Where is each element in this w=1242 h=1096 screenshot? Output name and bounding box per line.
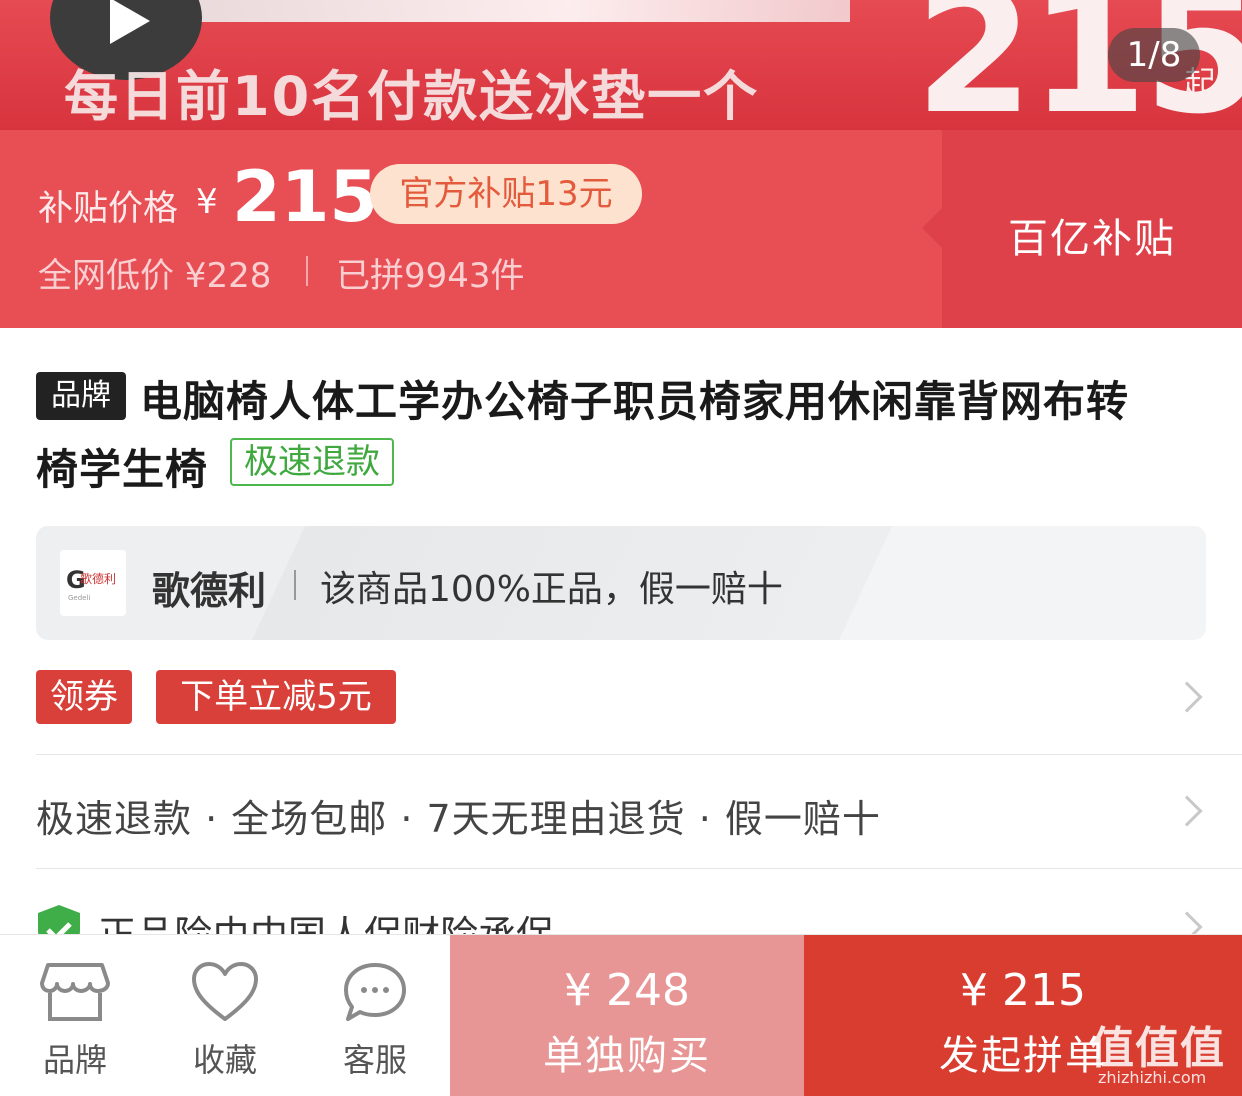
nav-favorite-label: 收藏	[192, 1041, 257, 1079]
store-card[interactable]: G 歌德利 Gedeli 歌德利 该商品100%正品，假一赔十	[36, 526, 1206, 640]
nav-brand[interactable]: 品牌	[0, 935, 150, 1096]
store-logo-subtext: Gedeli	[68, 594, 91, 602]
chat-icon	[344, 963, 406, 1021]
shield-check-icon	[38, 905, 80, 934]
nav-customer-service-label: 客服	[342, 1041, 407, 1079]
play-icon	[110, 0, 150, 44]
insurance-row[interactable]: 正品险由中国人保财险承保	[36, 900, 1242, 934]
banner-slogan: 每日前10名付款送冰垫一个	[64, 65, 760, 128]
authenticity-guarantee: 该商品100%正品，假一赔十	[320, 569, 783, 610]
nav-brand-label: 品牌	[42, 1041, 107, 1079]
banner-product-strip	[150, 0, 850, 22]
store-name: 歌德利	[152, 569, 267, 613]
image-counter: 1/8	[1108, 28, 1200, 82]
product-title-line2: 椅学生椅	[36, 445, 209, 494]
insurance-text: 正品险由中国人保财险承保	[98, 904, 554, 934]
chevron-right-icon[interactable]	[1171, 911, 1203, 934]
store-icon	[40, 963, 110, 1021]
divider	[36, 868, 1242, 869]
subsidy-price: 215	[232, 156, 379, 238]
group-buy-price: ¥ 215	[960, 965, 1086, 1016]
single-buy-button[interactable]: ¥ 248 单独购买	[450, 935, 804, 1096]
single-buy-label: 单独购买	[543, 1033, 711, 1079]
product-title-line1: 电脑椅人体工学办公椅子职员椅家用休闲靠背网布转	[140, 377, 1130, 426]
store-logo-text: 歌德利	[80, 572, 117, 586]
divider	[294, 570, 296, 600]
divider	[36, 754, 1242, 755]
brand-badge: 品牌	[36, 372, 126, 420]
store-logo: G 歌德利 Gedeli	[60, 550, 126, 616]
divider	[306, 256, 308, 286]
services-text: 极速退款 · 全场包邮 · 7天无理由退货 · 假一赔十	[36, 797, 881, 841]
subsidy-label: 补贴价格	[38, 189, 179, 229]
campaign-panel[interactable]: 百亿补贴	[922, 130, 1242, 328]
bottom-action-bar: 品牌 收藏 客服 ¥ 248 单独购买 ¥ 215 发起拼单	[0, 934, 1242, 1096]
lowest-price: 全网低价 ¥228	[38, 256, 272, 296]
heart-icon	[192, 962, 258, 1021]
nav-customer-service[interactable]: 客服	[300, 935, 450, 1096]
chevron-right-icon[interactable]	[1171, 681, 1203, 713]
product-image-banner[interactable]: 每日前10名付款送冰垫一个 215 起 1/8	[0, 0, 1242, 130]
nav-favorite[interactable]: 收藏	[150, 935, 300, 1096]
fast-refund-tag: 极速退款	[230, 438, 394, 486]
chevron-right-icon[interactable]	[1171, 795, 1203, 827]
discount-tag[interactable]: 下单立减5元	[156, 670, 396, 724]
subsidy-price-bar: 补贴价格 ¥ 215 官方补贴13元 全网低价 ¥228 已拼9943件 百亿补…	[0, 130, 1242, 328]
campaign-label: 百亿补贴	[1008, 216, 1176, 262]
watermark-logo: 值值值	[1090, 1023, 1225, 1074]
official-subsidy-badge: 官方补贴13元	[370, 164, 642, 224]
watermark-url: zhizhizhi.com	[1098, 1068, 1207, 1087]
coupon-tag[interactable]: 领券	[36, 670, 132, 724]
single-buy-price: ¥ 248	[564, 965, 690, 1016]
sold-count: 已拼9943件	[336, 256, 525, 296]
currency-symbol: ¥	[196, 182, 218, 222]
